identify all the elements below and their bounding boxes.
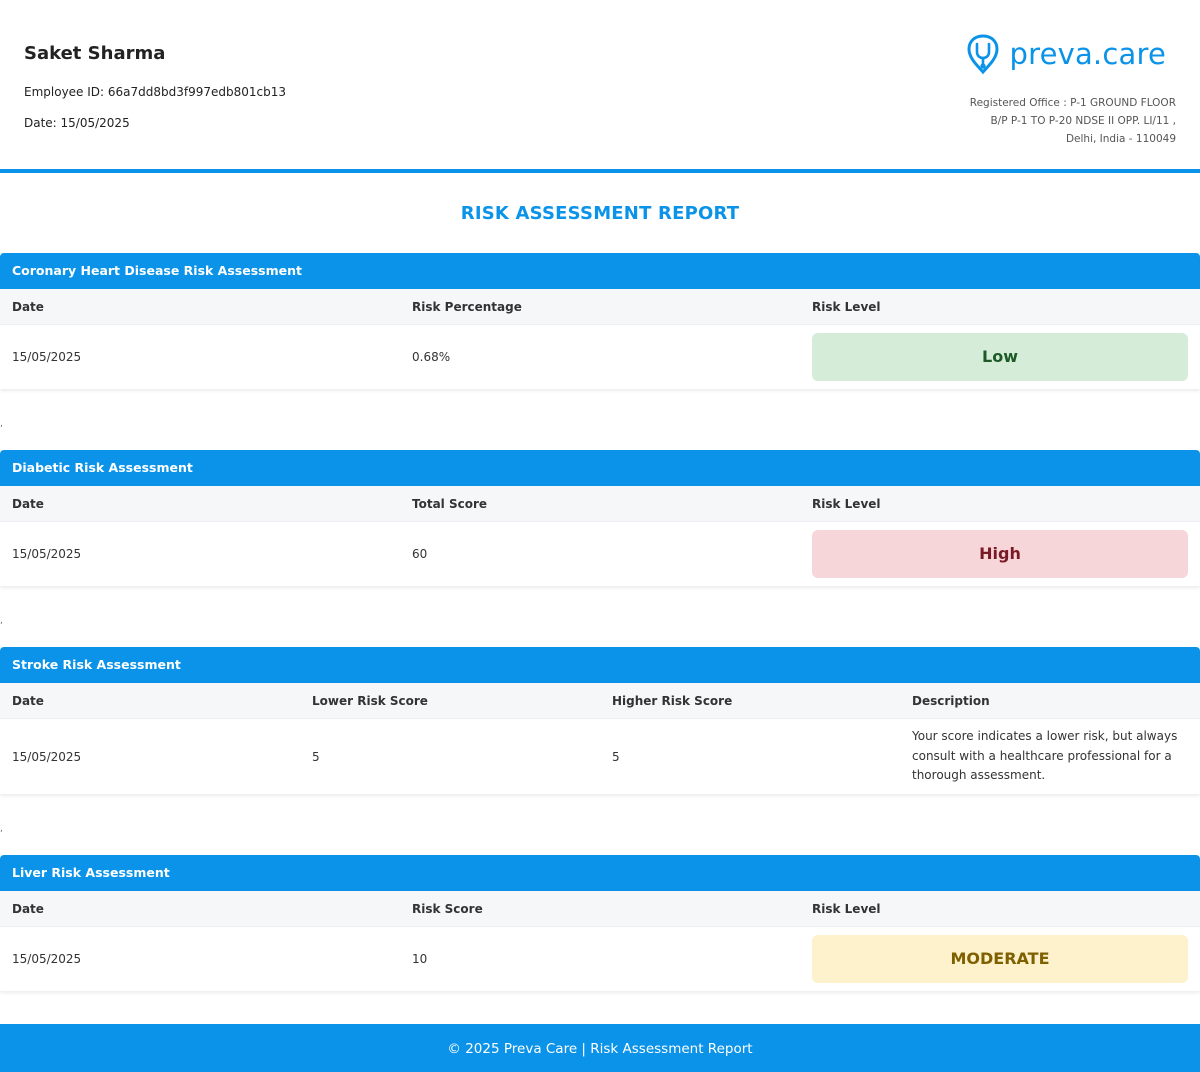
report-header: Saket Sharma Employee ID: 66a7dd8bd3f997… [0, 0, 1200, 170]
table-header: Date Risk Percentage Risk Level [0, 289, 1200, 325]
section-title: Diabetic Risk Assessment [0, 450, 1200, 486]
separator-comma: , [0, 616, 3, 626]
chd-risk-section: Coronary Heart Disease Risk Assessment D… [0, 253, 1200, 389]
employee-name: Saket Sharma [24, 43, 166, 64]
column-header: Risk Level [812, 497, 881, 511]
column-header: Date [12, 694, 44, 708]
table-row: 15/05/2025 0.68% Low [0, 325, 1200, 389]
report-title: RISK ASSESSMENT REPORT [460, 203, 740, 224]
date-cell: 15/05/2025 [12, 547, 82, 561]
table-header: Date Total Score Risk Level [0, 486, 1200, 522]
higher-risk-score-cell: 5 [612, 749, 620, 764]
date-cell: 15/05/2025 [12, 350, 82, 364]
risk-level-badge: High [812, 530, 1188, 578]
risk-level-badge: MODERATE [812, 935, 1188, 983]
date-cell: 15/05/2025 [12, 749, 82, 764]
section-title: Stroke Risk Assessment [0, 647, 1200, 683]
column-header: Risk Level [812, 902, 881, 916]
report-footer: © 2025 Preva Care | Risk Assessment Repo… [0, 1024, 1200, 1072]
column-header: Higher Risk Score [612, 694, 733, 708]
office-line-2: B/P P-1 TO P-20 NDSE II OPP. LI/11 , [990, 115, 1176, 127]
registered-office: Registered Office : P-1 GROUND FLOOR B/P… [916, 94, 1176, 148]
column-header: Risk Percentage [412, 300, 522, 314]
table-row: 15/05/2025 10 MODERATE [0, 927, 1200, 991]
total-score-cell: 60 [412, 547, 428, 561]
section-title: Liver Risk Assessment [0, 855, 1200, 891]
column-header: Date [12, 497, 44, 511]
separator-comma: , [0, 824, 3, 834]
table-row: 15/05/2025 60 High [0, 522, 1200, 586]
risk-score-cell: 10 [412, 952, 428, 966]
lower-risk-score-cell: 5 [312, 749, 320, 764]
column-header: Date [12, 300, 44, 314]
risk-level-badge: Low [812, 333, 1188, 381]
section-title: Coronary Heart Disease Risk Assessment [0, 253, 1200, 289]
table-header: Date Risk Score Risk Level [0, 891, 1200, 927]
description-cell: Your score indicates a lower risk, but a… [912, 729, 1178, 783]
liver-risk-section: Liver Risk Assessment Date Risk Score Ri… [0, 855, 1200, 991]
preva-care-logo: preva.care [965, 32, 1166, 76]
stethoscope-pin-icon [967, 34, 999, 75]
logo-wordmark: preva.care [1009, 37, 1166, 71]
stroke-risk-section: Stroke Risk Assessment Date Lower Risk S… [0, 647, 1200, 794]
office-line-1: Registered Office : P-1 GROUND FLOOR [969, 97, 1176, 109]
column-header: Date [12, 902, 44, 916]
column-header: Risk Level [812, 300, 881, 314]
table-header: Date Lower Risk Score Higher Risk Score … [0, 683, 1200, 719]
separator-comma: , [0, 419, 3, 429]
date-cell: 15/05/2025 [12, 952, 82, 966]
table-row: 15/05/2025 5 5 Your score indicates a lo… [0, 719, 1200, 794]
employee-id: Employee ID: 66a7dd8bd3f997edb801cb13 [24, 85, 287, 99]
column-header: Total Score [412, 497, 488, 511]
header-divider [0, 169, 1200, 173]
column-header: Description [912, 694, 990, 708]
diabetic-risk-section: Diabetic Risk Assessment Date Total Scor… [0, 450, 1200, 586]
column-header: Risk Score [412, 902, 483, 916]
report-date: Date: 15/05/2025 [24, 116, 130, 130]
risk-percentage-cell: 0.68% [412, 350, 451, 364]
office-line-3: Delhi, India - 110049 [1065, 133, 1176, 145]
column-header: Lower Risk Score [312, 694, 428, 708]
